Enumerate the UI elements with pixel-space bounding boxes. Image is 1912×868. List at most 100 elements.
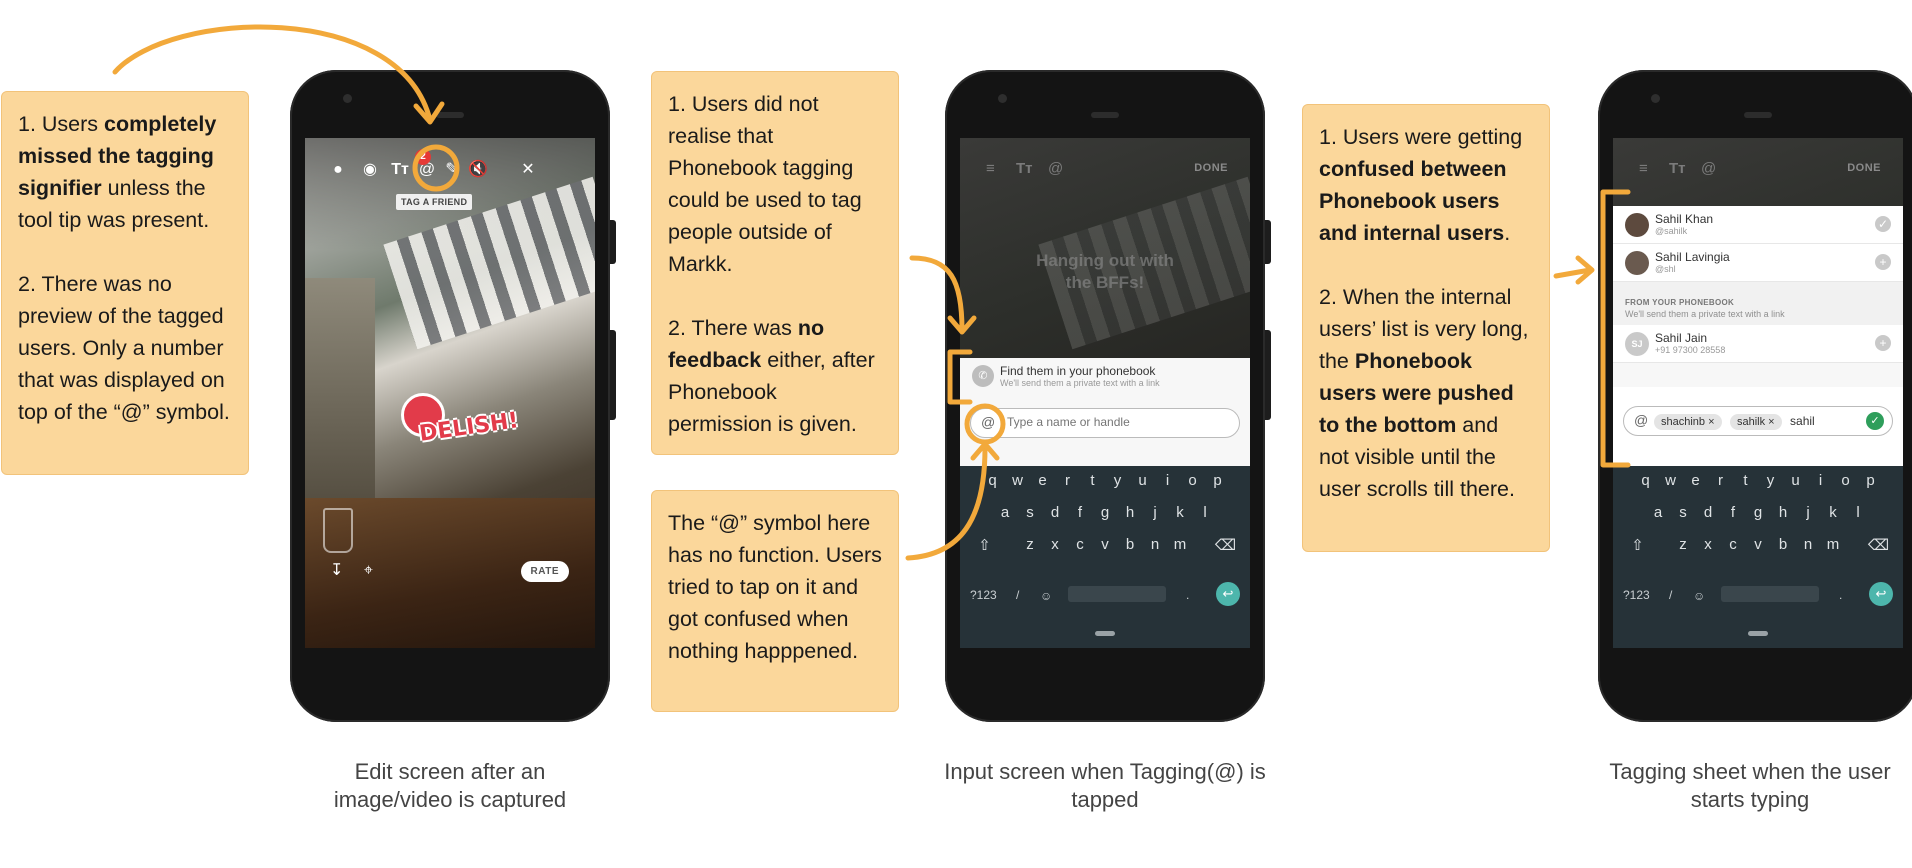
key-o[interactable]: o	[1833, 472, 1858, 489]
key-a[interactable]: a	[1646, 504, 1671, 521]
key-y[interactable]: y	[1105, 472, 1130, 489]
close-icon[interactable]: ✕	[517, 158, 539, 182]
key-k[interactable]: k	[1821, 504, 1846, 521]
crop-icon[interactable]: ⌖	[364, 562, 373, 579]
key-z[interactable]: z	[1018, 536, 1043, 553]
key-z[interactable]: z	[1671, 536, 1696, 553]
key-j[interactable]: j	[1796, 504, 1821, 521]
period-key[interactable]: .	[1839, 588, 1842, 602]
key-c[interactable]: c	[1068, 536, 1093, 553]
key-q[interactable]: q	[980, 472, 1005, 489]
key-g[interactable]: g	[1093, 504, 1118, 521]
done-button[interactable]: DONE	[1847, 162, 1881, 174]
key-t[interactable]: t	[1733, 472, 1758, 489]
space-key[interactable]	[1721, 586, 1819, 602]
key-v[interactable]: v	[1746, 536, 1771, 553]
key-n[interactable]: n	[1796, 536, 1821, 553]
key-u[interactable]: u	[1130, 472, 1155, 489]
shift-icon[interactable]: ⇧	[1625, 536, 1650, 554]
text-icon[interactable]: Tт	[389, 158, 411, 182]
brush-icon[interactable]: ✎	[441, 158, 463, 182]
key-x[interactable]: x	[1696, 536, 1721, 553]
numbers-key[interactable]: ?123	[1623, 588, 1650, 602]
at-icon[interactable]: @	[1048, 160, 1063, 177]
key-m[interactable]: m	[1168, 536, 1193, 553]
tag-input[interactable]: @ shachinb × sahilk × sahil ✓	[1623, 406, 1893, 436]
done-button[interactable]: DONE	[1194, 162, 1228, 174]
tag-chip[interactable]: shachinb ×	[1654, 414, 1722, 430]
key-w[interactable]: w	[1005, 472, 1030, 489]
key-v[interactable]: v	[1093, 536, 1118, 553]
download-icon[interactable]: ↧	[330, 562, 343, 579]
tag-search-input[interactable]	[1007, 415, 1187, 429]
location-icon[interactable]: ●	[327, 158, 349, 182]
key-b[interactable]: b	[1771, 536, 1796, 553]
add-icon[interactable]: +	[1875, 254, 1891, 270]
period-key[interactable]: .	[1186, 588, 1189, 602]
key-p[interactable]: p	[1205, 472, 1230, 489]
slash-key[interactable]: /	[1669, 588, 1672, 602]
rate-button[interactable]: RATE	[520, 561, 569, 582]
key-c[interactable]: c	[1721, 536, 1746, 553]
key-x[interactable]: x	[1043, 536, 1068, 553]
key-e[interactable]: e	[1030, 472, 1055, 489]
slash-key[interactable]: /	[1016, 588, 1019, 602]
key-a[interactable]: a	[993, 504, 1018, 521]
key-b[interactable]: b	[1118, 536, 1143, 553]
key-u[interactable]: u	[1783, 472, 1808, 489]
backspace-icon[interactable]: ⌫	[1866, 536, 1891, 554]
key-l[interactable]: l	[1846, 504, 1871, 521]
delish-sticker[interactable]: DELISH!	[383, 393, 520, 463]
typed-text[interactable]: sahil	[1790, 414, 1815, 428]
emoji-icon[interactable]: ☺	[1040, 589, 1052, 603]
align-icon[interactable]: ≡	[986, 160, 995, 177]
text-style-icon[interactable]: Tт	[1016, 160, 1033, 177]
user-row[interactable]: Sahil Khan @sahilk ✓	[1613, 206, 1903, 244]
key-e[interactable]: e	[1683, 472, 1708, 489]
key-h[interactable]: h	[1771, 504, 1796, 521]
tag-chip[interactable]: sahilk ×	[1729, 414, 1782, 430]
key-n[interactable]: n	[1143, 536, 1168, 553]
enter-icon[interactable]: ↩	[1869, 582, 1893, 606]
key-p[interactable]: p	[1858, 472, 1883, 489]
shift-icon[interactable]: ⇧	[972, 536, 997, 554]
key-q[interactable]: q	[1633, 472, 1658, 489]
key-l[interactable]: l	[1193, 504, 1218, 521]
sticker-icon[interactable]: ◉	[359, 158, 381, 182]
mute-icon[interactable]: 🔇	[467, 158, 489, 182]
enter-icon[interactable]: ↩	[1216, 582, 1240, 606]
key-m[interactable]: m	[1821, 536, 1846, 553]
key-t[interactable]: t	[1080, 472, 1105, 489]
space-key[interactable]	[1068, 586, 1166, 602]
key-y[interactable]: y	[1758, 472, 1783, 489]
key-s[interactable]: s	[1018, 504, 1043, 521]
key-f[interactable]: f	[1068, 504, 1093, 521]
numbers-key[interactable]: ?123	[970, 588, 997, 602]
key-g[interactable]: g	[1746, 504, 1771, 521]
key-j[interactable]: j	[1143, 504, 1168, 521]
key-r[interactable]: r	[1055, 472, 1080, 489]
align-icon[interactable]: ≡	[1639, 160, 1648, 177]
key-k[interactable]: k	[1168, 504, 1193, 521]
key-i[interactable]: i	[1155, 472, 1180, 489]
key-o[interactable]: o	[1180, 472, 1205, 489]
backspace-icon[interactable]: ⌫	[1213, 536, 1238, 554]
key-w[interactable]: w	[1658, 472, 1683, 489]
contact-row[interactable]: SJ Sahil Jain +91 97300 28558 +	[1613, 325, 1903, 363]
key-r[interactable]: r	[1708, 472, 1733, 489]
key-s[interactable]: s	[1671, 504, 1696, 521]
add-icon[interactable]: +	[1875, 335, 1891, 351]
key-f[interactable]: f	[1721, 504, 1746, 521]
key-d[interactable]: d	[1696, 504, 1721, 521]
tag-input[interactable]: @	[970, 408, 1240, 438]
key-d[interactable]: d	[1043, 504, 1068, 521]
key-h[interactable]: h	[1118, 504, 1143, 521]
text-style-icon[interactable]: Tт	[1669, 160, 1686, 177]
at-icon[interactable]: @	[1701, 160, 1716, 177]
key-i[interactable]: i	[1808, 472, 1833, 489]
selected-check-icon[interactable]: ✓	[1875, 216, 1891, 232]
phonebook-option[interactable]: ✆ Find them in your phonebook We'll send…	[960, 358, 1250, 396]
emoji-icon[interactable]: ☺	[1693, 589, 1705, 603]
confirm-check-icon[interactable]: ✓	[1866, 412, 1884, 430]
user-row[interactable]: Sahil Lavingia @shl +	[1613, 244, 1903, 282]
